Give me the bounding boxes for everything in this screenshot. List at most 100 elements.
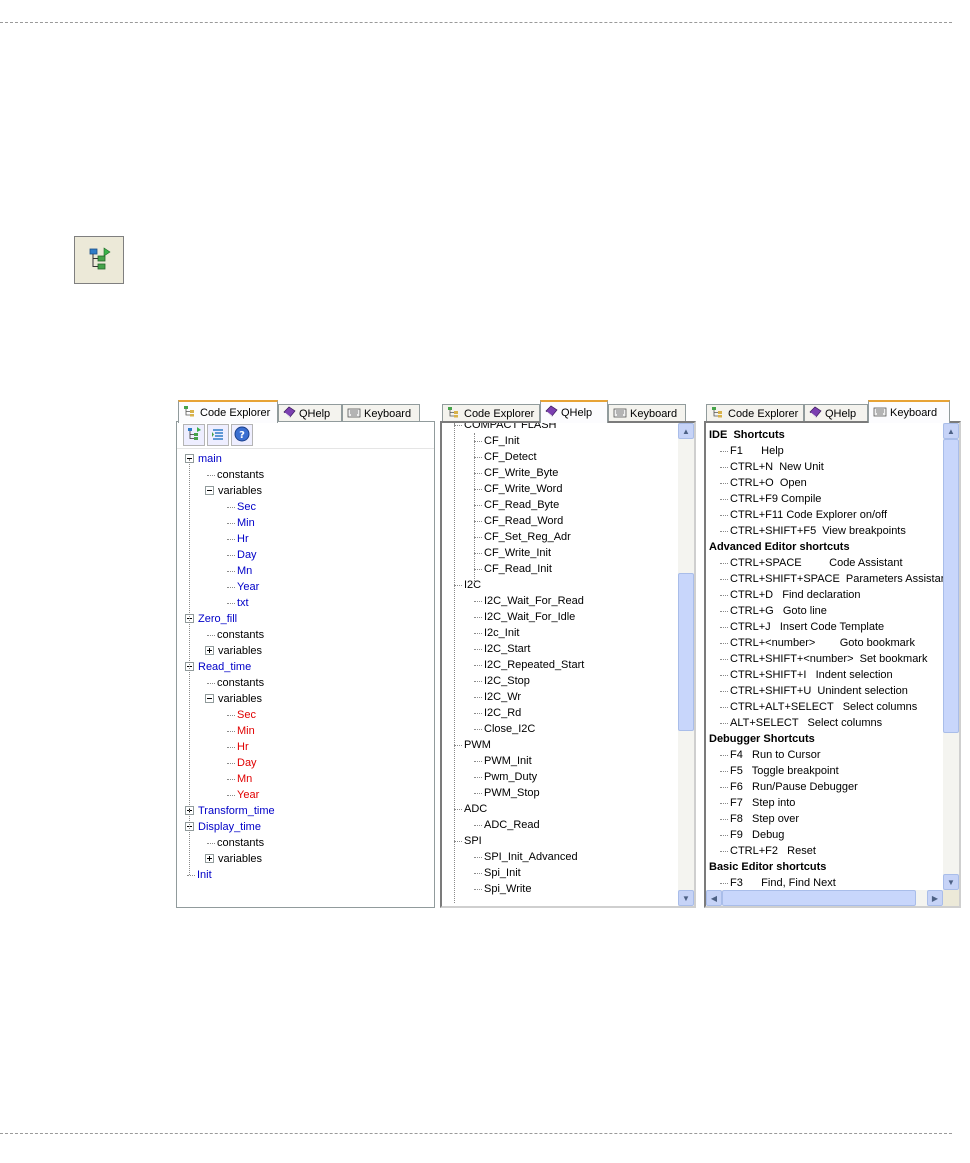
qhelp-item[interactable]: ADC_Read <box>474 817 540 833</box>
qhelp-group[interactable]: COMPACT FLASH <box>454 423 557 433</box>
shortcut-item[interactable]: CTRL+SHIFT+U Unindent selection <box>720 683 908 699</box>
qhelp-item[interactable]: CF_Init <box>474 433 519 449</box>
qhelp-item[interactable]: I2C_Start <box>474 641 530 657</box>
tree-node[interactable]: Day <box>227 755 257 771</box>
scroll-down-button[interactable]: ▼ <box>678 890 694 906</box>
tree-node[interactable]: Hr <box>227 531 249 547</box>
shortcut-item[interactable]: CTRL+D Find declaration <box>720 587 861 603</box>
shortcut-item[interactable]: CTRL+SHIFT+SPACE Parameters Assistar <box>720 571 943 587</box>
tree-node[interactable]: Day <box>227 547 257 563</box>
expand-icon[interactable] <box>205 645 214 655</box>
tree-expand-button[interactable] <box>183 424 205 446</box>
shortcut-item[interactable]: ALT+SELECT Select columns <box>720 715 882 731</box>
tree-node[interactable]: Year <box>227 787 259 803</box>
tree-node[interactable]: Min <box>227 723 255 739</box>
qhelp-item[interactable]: I2C_Rd <box>474 705 521 721</box>
shortcut-item[interactable]: F7 Step into <box>720 795 795 811</box>
scroll-thumb[interactable] <box>722 890 916 906</box>
shortcut-item[interactable]: F1 Help <box>720 443 784 459</box>
tab-code-explorer[interactable]: Code Explorer <box>178 400 278 423</box>
shortcut-item[interactable]: F6 Run/Pause Debugger <box>720 779 858 795</box>
tab-qhelp[interactable]: QHelp <box>540 400 608 423</box>
tree-node[interactable]: Mn <box>227 771 252 787</box>
qhelp-item[interactable]: PWM_Stop <box>474 785 540 801</box>
tab-code-explorer[interactable]: Code Explorer <box>442 404 540 422</box>
tab-qhelp[interactable]: QHelp <box>804 404 868 422</box>
tree-node[interactable]: variables <box>205 691 262 707</box>
qhelp-item[interactable]: I2C_Stop <box>474 673 530 689</box>
qhelp-group[interactable]: PWM <box>454 737 491 753</box>
shortcut-item[interactable]: CTRL+SPACE Code Assistant <box>720 555 903 571</box>
scroll-thumb[interactable] <box>678 573 694 731</box>
tree-node[interactable]: Year <box>227 579 259 595</box>
qhelp-item[interactable]: PWM_Init <box>474 753 532 769</box>
collapse-button[interactable] <box>207 424 229 446</box>
qhelp-item[interactable]: Close_I2C <box>474 721 535 737</box>
qhelp-group[interactable]: ADC <box>454 801 487 817</box>
qhelp-item[interactable]: Spi_Init <box>474 865 521 881</box>
tree-node[interactable]: constants <box>207 467 264 483</box>
shortcut-group[interactable]: Advanced Editor shortcuts <box>709 539 850 555</box>
qhelp-item[interactable]: CF_Detect <box>474 449 537 465</box>
qhelp-group[interactable]: SPI <box>454 833 482 849</box>
tree-node[interactable]: Hr <box>227 739 249 755</box>
shortcut-item[interactable]: F3 Find, Find Next <box>720 875 836 890</box>
shortcut-group[interactable]: IDE Shortcuts <box>709 427 785 443</box>
shortcut-item[interactable]: CTRL+J Insert Code Template <box>720 619 884 635</box>
scroll-down-button[interactable]: ▼ <box>943 874 959 890</box>
qhelp-item[interactable]: CF_Read_Word <box>474 513 563 529</box>
collapse-node-icon[interactable] <box>205 693 214 703</box>
qhelp-item[interactable]: CF_Read_Byte <box>474 497 559 513</box>
shortcut-item[interactable]: CTRL+SHIFT+I Indent selection <box>720 667 893 683</box>
collapse-node-icon[interactable] <box>205 485 214 495</box>
tab-code-explorer[interactable]: Code Explorer <box>706 404 804 422</box>
scroll-left-button[interactable]: ◀ <box>706 890 722 906</box>
shortcut-item[interactable]: F8 Step over <box>720 811 799 827</box>
tree-node[interactable]: Display_time <box>185 819 261 835</box>
scroll-right-button[interactable]: ▶ <box>927 890 943 906</box>
help-button[interactable]: ? <box>231 424 253 446</box>
code-explorer-new-button[interactable] <box>74 236 124 284</box>
qhelp-item[interactable]: I2C_Repeated_Start <box>474 657 584 673</box>
shortcut-item[interactable]: CTRL+F9 Compile <box>720 491 821 507</box>
shortcut-item[interactable]: CTRL+ALT+SELECT Select columns <box>720 699 917 715</box>
tree-node[interactable]: variables <box>205 643 262 659</box>
tree-node[interactable]: txt <box>227 595 249 611</box>
qhelp-item[interactable]: CF_Write_Byte <box>474 465 558 481</box>
scroll-up-button[interactable]: ▲ <box>943 423 959 439</box>
tab-keyboard[interactable]: Keyboard <box>342 404 420 422</box>
tree-node[interactable]: constants <box>207 627 264 643</box>
shortcut-item[interactable]: CTRL+SHIFT+<number> Set bookmark <box>720 651 927 667</box>
qhelp-item[interactable]: I2C_Wait_For_Read <box>474 593 584 609</box>
tree-node[interactable]: Zero_fill <box>185 611 237 627</box>
tab-keyboard[interactable]: Keyboard <box>868 400 950 423</box>
qhelp-item[interactable]: CF_Read_Init <box>474 561 552 577</box>
shortcut-item[interactable]: CTRL+F11 Code Explorer on/off <box>720 507 887 523</box>
qhelp-item[interactable]: I2C_Wait_For_Idle <box>474 609 575 625</box>
qhelp-group[interactable]: I2C <box>454 577 481 593</box>
qhelp-item[interactable]: Pwm_Duty <box>474 769 537 785</box>
shortcut-group[interactable]: Debugger Shortcuts <box>709 731 815 747</box>
shortcut-item[interactable]: F4 Run to Cursor <box>720 747 820 763</box>
tree-node[interactable]: Sec <box>227 707 256 723</box>
shortcut-item[interactable]: CTRL+F2 Reset <box>720 843 816 859</box>
keyboard-horizontal-scrollbar[interactable]: ◀ ▶ <box>706 890 943 906</box>
tab-keyboard[interactable]: Keyboard <box>608 404 686 422</box>
qhelp-item[interactable]: SPI_Init_Advanced <box>474 849 578 865</box>
tree-node[interactable]: constants <box>207 675 264 691</box>
tree-node[interactable]: Sec <box>227 499 256 515</box>
tree-node[interactable]: main <box>185 451 222 467</box>
qhelp-item[interactable]: I2c_Init <box>474 625 519 641</box>
tree-node[interactable]: variables <box>205 483 262 499</box>
shortcut-item[interactable]: CTRL+O Open <box>720 475 807 491</box>
expand-icon[interactable] <box>205 853 214 863</box>
keyboard-vertical-scrollbar[interactable]: ▲ ▼ <box>943 423 959 890</box>
scroll-up-button[interactable]: ▲ <box>678 423 694 439</box>
tree-node[interactable]: variables <box>205 851 262 867</box>
shortcut-item[interactable]: F5 Toggle breakpoint <box>720 763 839 779</box>
qhelp-item[interactable]: I2C_Wr <box>474 689 521 705</box>
qhelp-item[interactable]: CF_Set_Reg_Adr <box>474 529 571 545</box>
tree-node[interactable]: Transform_time <box>185 803 275 819</box>
tab-qhelp[interactable]: QHelp <box>278 404 342 422</box>
shortcut-item[interactable]: F9 Debug <box>720 827 784 843</box>
